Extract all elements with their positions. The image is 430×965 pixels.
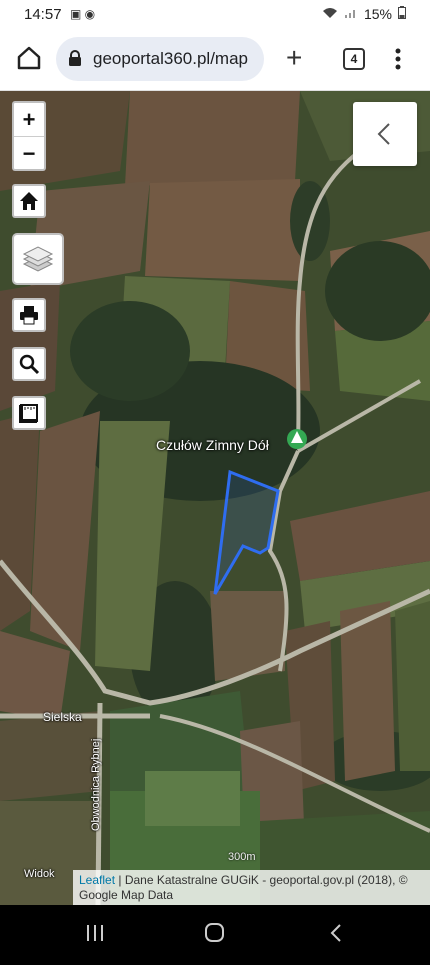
home-nav-icon[interactable] — [205, 923, 224, 942]
battery-percent: 15% — [363, 6, 392, 22]
scale-label: 300m — [228, 851, 256, 863]
attribution-text: | Dane Katastralne GUGiK - geoportal.gov… — [79, 873, 408, 902]
browser-toolbar: geoportal360.pl/map + 4 — [0, 30, 430, 91]
leaflet-link[interactable]: Leaflet — [79, 873, 115, 887]
zoom-control: + − — [12, 101, 46, 171]
status-time: 14:57 — [24, 6, 62, 23]
satellite-imagery — [0, 91, 430, 905]
search-icon — [19, 354, 40, 375]
android-nav-bar — [0, 905, 430, 960]
print-button[interactable] — [12, 298, 46, 332]
back-icon[interactable] — [330, 924, 341, 942]
url-text[interactable]: geoportal360.pl/map — [93, 49, 248, 69]
address-bar[interactable]: geoportal360.pl/map — [56, 37, 264, 81]
tab-switcher-button[interactable]: 4 — [343, 48, 365, 70]
layers-button[interactable] — [12, 233, 64, 285]
more-menu-icon[interactable] — [390, 45, 406, 75]
status-bar: 14:57 ▣ ◉ 15% — [0, 0, 430, 30]
search-button[interactable] — [12, 347, 46, 381]
home-view-icon — [20, 192, 38, 210]
layers-icon — [22, 246, 54, 272]
lock-icon[interactable] — [68, 50, 82, 66]
zoom-in-button[interactable]: + — [14, 103, 44, 137]
attribution: Leaflet | Dane Katastralne GUGiK - geopo… — [73, 870, 430, 905]
road-label-sielska: Sielska — [43, 710, 82, 724]
home-view-button[interactable] — [12, 184, 46, 218]
measure-button[interactable] — [12, 396, 46, 430]
new-tab-icon[interactable]: + — [286, 44, 302, 72]
recent-apps-icon[interactable] — [87, 925, 103, 941]
status-right: 15% — [322, 6, 406, 22]
panel-toggle-button[interactable] — [353, 102, 417, 166]
print-icon — [20, 306, 38, 325]
road-label-widok: Widok — [24, 868, 55, 880]
place-label: Czułów Zimny Dół — [156, 437, 269, 453]
map-view[interactable]: + − Czułów Zimny Dół Sielska Obwodnica R… — [0, 91, 430, 905]
ruler-icon — [19, 404, 38, 423]
home-icon[interactable] — [14, 43, 44, 73]
notification-icons: ▣ ◉ — [70, 7, 96, 21]
chevron-left-icon — [377, 123, 390, 145]
zoom-out-button[interactable]: − — [14, 137, 44, 170]
wifi-icon — [322, 6, 338, 22]
road-label-obwodnica: Obwodnica Rybnej — [90, 738, 102, 831]
battery-icon — [398, 6, 406, 22]
signal-icon — [344, 6, 358, 22]
scale-bar: 300m — [228, 847, 256, 865]
